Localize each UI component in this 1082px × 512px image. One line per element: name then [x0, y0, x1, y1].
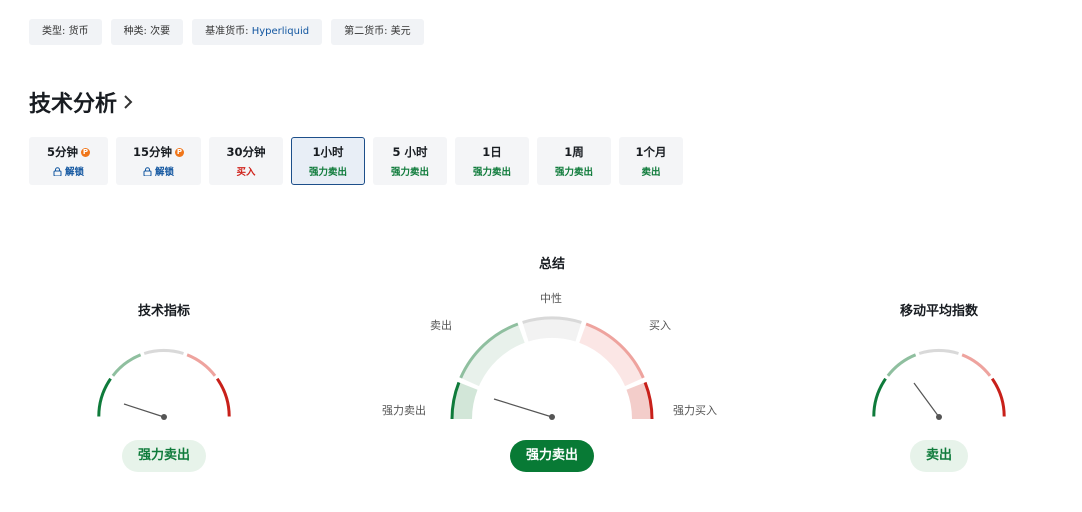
tab-1week-label: 1周 — [564, 145, 584, 159]
tab-30min-label: 30分钟 — [226, 145, 266, 159]
tag-base-currency-link[interactable]: Hyperliquid — [252, 26, 309, 37]
pro-icon: P — [175, 147, 184, 157]
indicators-result-badge: 强力卖出 — [121, 440, 207, 472]
tab-15min-status: 解锁 — [154, 167, 174, 178]
tab-30min-status: 买入 — [236, 167, 256, 178]
tab-1day-status: 强力卖出 — [472, 167, 511, 178]
tab-5hour-status: 强力卖出 — [390, 167, 429, 178]
tag-category: 种类: 次要 — [110, 19, 184, 45]
tab-1day[interactable]: 1日 强力卖出 — [455, 137, 529, 185]
tab-1month-status: 卖出 — [641, 167, 661, 178]
tab-1hour-status: 强力卖出 — [308, 167, 347, 178]
moving-averages-result-badge: 卖出 — [909, 440, 969, 472]
tab-5min[interactable]: 5分钟 P 解锁 — [29, 137, 108, 185]
tag-category-value: 次要 — [150, 26, 171, 37]
summary-label-strong-sell: 强力卖出 — [382, 404, 426, 417]
tab-5min-status: 解锁 — [64, 167, 84, 178]
tab-30min[interactable]: 30分钟 买入 — [209, 137, 283, 185]
tag-base-currency-label: 基准货币: — [205, 26, 249, 37]
tag-second-currency-label: 第二货币: — [344, 26, 388, 37]
summary-label-strong-buy: 强力买入 — [673, 404, 717, 417]
instrument-tags: 类型: 货币 种类: 次要 基准货币: Hyperliquid 第二货币: 美元 — [29, 19, 424, 45]
tag-type: 类型: 货币 — [29, 19, 102, 45]
summary-label-neutral: 中性 — [540, 292, 562, 305]
summary-result-badge: 强力卖出 — [509, 440, 595, 472]
tab-1week[interactable]: 1周 强力卖出 — [537, 137, 611, 185]
tag-category-label: 种类: — [123, 26, 147, 37]
tab-5hour[interactable]: 5 小时 强力卖出 — [373, 137, 447, 185]
summary-gauge-title: 总结 — [538, 257, 566, 272]
summary-label-sell: 卖出 — [430, 319, 452, 332]
chevron-right-icon — [124, 95, 133, 109]
tag-second-currency-value: 美元 — [390, 26, 411, 37]
tag-second-currency: 第二货币: 美元 — [331, 19, 424, 45]
summary-label-buy: 买入 — [649, 319, 671, 332]
timeframe-tabs: 5分钟 P 解锁 15分钟 P 解锁 30分钟 买入 1小时 强力卖出 5 小时 强… — [29, 137, 683, 185]
tag-base-currency: 基准货币: Hyperliquid — [192, 19, 323, 45]
tab-1day-label: 1日 — [482, 145, 502, 159]
moving-averages-gauge-title: 移动平均指数 — [899, 304, 979, 319]
tab-1week-status: 强力卖出 — [554, 167, 593, 178]
lock-icon — [53, 166, 62, 176]
tag-type-label: 类型: — [42, 26, 66, 37]
indicators-gauge-needle — [123, 403, 165, 418]
lock-icon — [143, 166, 152, 176]
tab-5hour-label: 5 小时 — [392, 145, 428, 159]
tag-type-value: 货币 — [68, 26, 89, 37]
tab-1month[interactable]: 1个月 卖出 — [619, 137, 683, 185]
technical-analysis-heading[interactable]: 技术分析 — [29, 86, 133, 118]
indicators-gauge-title: 技术指标 — [137, 304, 191, 319]
pro-icon: P — [81, 147, 90, 157]
tab-1month-label: 1个月 — [635, 145, 667, 159]
tab-1hour[interactable]: 1小时 强力卖出 — [291, 137, 365, 185]
moving-averages-gauge-needle — [913, 382, 940, 418]
summary-gauge-needle — [493, 398, 553, 418]
tab-15min-label: 15分钟 — [132, 145, 172, 159]
tab-1hour-label: 1小时 — [312, 145, 344, 159]
page-title: 技术分析 — [29, 92, 118, 117]
tab-15min[interactable]: 15分钟 P 解锁 — [116, 137, 201, 185]
tab-5min-label: 5分钟 — [46, 145, 78, 159]
